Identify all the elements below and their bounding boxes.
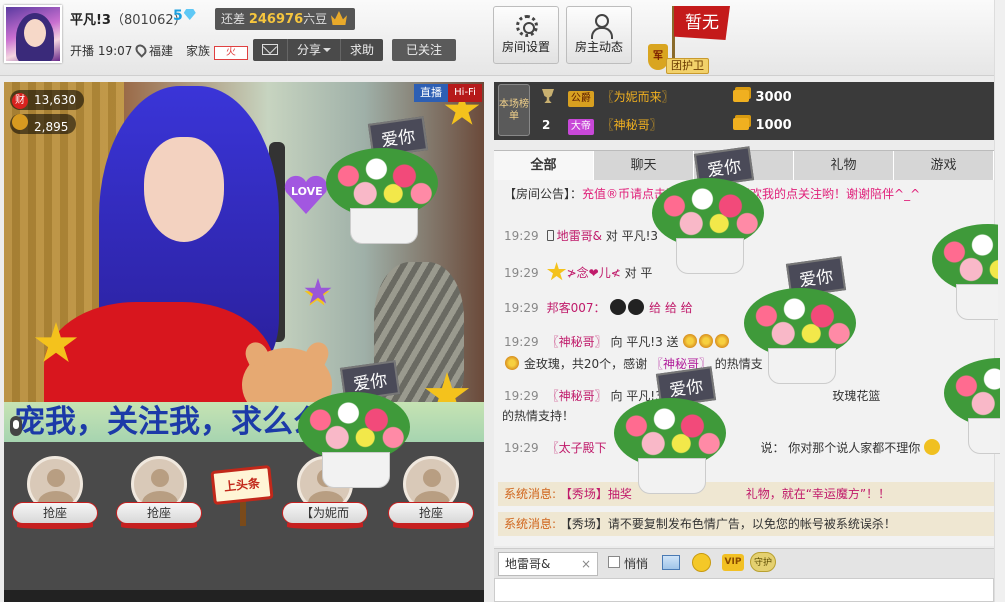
rank-medal[interactable]: 本场榜单 <box>498 84 530 136</box>
vip-icon[interactable]: VIP <box>722 554 744 571</box>
chevron-down-icon <box>323 48 332 52</box>
share-button[interactable]: 分享 <box>288 39 342 61</box>
system-message: 系统消息: 【秀场】抽奖 礼物，就在“幸运魔方”！！ <box>498 482 994 506</box>
tab-all[interactable]: 全部 <box>494 151 594 181</box>
gift-flower-basket: 爱你 <box>648 146 768 278</box>
family-tag[interactable]: 火 <box>213 46 248 60</box>
bottom-strip <box>4 590 484 602</box>
guard-label[interactable]: 团护卫 <box>666 58 709 74</box>
diamond-icon <box>183 9 196 20</box>
gold-icon <box>733 90 750 102</box>
user-icon <box>591 14 613 39</box>
chat-message: 19:29 〖神秘哥〗 向 平凡!3 送 玫瑰花篮 <box>504 389 881 403</box>
private-checkbox[interactable] <box>608 556 620 568</box>
family-info[interactable]: 家族 火 <box>186 42 248 60</box>
star-icon <box>546 262 567 281</box>
guard-badge-icon: 军 <box>648 44 668 70</box>
chat-input-toolbar: 地雷哥& × 悄悄 VIP 守护 <box>494 548 994 578</box>
gift-flower-basket <box>940 330 1000 458</box>
phone-icon <box>546 230 554 241</box>
rank-row[interactable]: 公爵 〖为妮而来〗 3000 <box>542 84 1002 110</box>
host-feed-button[interactable]: 房主动态 <box>566 6 632 64</box>
headline-button[interactable]: 上头条 <box>210 464 274 506</box>
chat-message: 的热情支持！ <box>502 409 575 423</box>
top-bar: 平凡!3（801062） 5 还差 246976六豆 开播 19:07 福建 家… <box>0 0 1005 76</box>
seat-2[interactable]: 抢座 <box>116 456 202 536</box>
wealth-badge: 财 <box>12 93 28 109</box>
rank-panel: 本场榜单 公爵 〖为妮而来〗 3000 2 大帝 〖神秘哥〗 1000 <box>494 82 1005 140</box>
title-badge: 大帝 <box>567 119 594 135</box>
medal-icon <box>12 114 28 130</box>
gold-rose-icon <box>699 334 714 348</box>
gift-flower-basket <box>928 196 998 324</box>
crown-icon <box>330 11 347 25</box>
wealth-stat: 财 13,630 <box>10 90 84 110</box>
anchor-level: 5 <box>173 8 196 24</box>
title-badge: 公爵 <box>567 91 594 107</box>
system-message: 系统消息: 【秀场】请不要复制发布色情广告，以免您的帐号被系统误杀！ <box>498 512 994 536</box>
room-settings-button[interactable]: 房间设置 <box>493 6 559 64</box>
gift-flower-basket: 爱你 <box>610 366 730 498</box>
gift-flower-basket: 爱你 <box>322 116 442 248</box>
fans-stat: 2,895 <box>10 114 77 134</box>
grab-seat-button[interactable]: 抢座 <box>12 502 98 529</box>
message-button[interactable] <box>253 39 288 61</box>
rank-user[interactable]: 〖神秘哥〗 <box>602 112 730 138</box>
anchor-name: 平凡!3（801062） <box>70 13 187 28</box>
top-flag[interactable]: 暂无 <box>674 6 730 40</box>
rank-user[interactable]: 〖为妮而来〗 <box>602 84 730 110</box>
rank-row[interactable]: 2 大帝 〖神秘哥〗 1000 <box>542 112 1002 138</box>
chat-message: 19:29 〖太子殿下 说： 你对那个说人家都不理你 <box>504 438 994 458</box>
chat-target-select[interactable]: 地雷哥& × <box>498 552 598 576</box>
gold-rose-icon <box>505 356 519 370</box>
mic-icon[interactable] <box>10 416 22 436</box>
tab-gift[interactable]: 礼物 <box>794 151 894 181</box>
mail-icon <box>262 44 278 55</box>
action-group: 分享 求助 <box>253 39 384 61</box>
gift-flower-basket: 爱你 <box>294 360 414 492</box>
live-badge: 直播 <box>414 84 448 102</box>
seat-1[interactable]: 抢座 <box>12 456 98 536</box>
emoji-icon <box>628 299 645 315</box>
goal-progress: 还差 246976六豆 <box>215 8 355 30</box>
private-label: 悄悄 <box>624 557 649 571</box>
anchor-avatar[interactable] <box>4 5 62 63</box>
close-icon[interactable]: × <box>581 553 591 575</box>
gear-icon <box>516 15 538 37</box>
gold-icon <box>733 118 750 130</box>
emoji-icon <box>924 439 941 455</box>
hifi-badge[interactable]: Hi-Fi <box>448 84 482 102</box>
help-button[interactable]: 求助 <box>341 39 383 61</box>
trophy-icon <box>542 89 554 103</box>
location: 福建 <box>133 42 173 59</box>
image-icon[interactable] <box>662 555 680 570</box>
tab-game[interactable]: 游戏 <box>894 151 994 181</box>
grab-seat-button[interactable]: 抢座 <box>388 502 474 529</box>
seat-user-label[interactable]: 【为妮而 <box>282 502 368 529</box>
start-time: 开播 19:07 <box>70 44 133 58</box>
gold-rose-icon <box>683 334 698 348</box>
gift-flower-basket: 爱你 <box>740 256 860 388</box>
location-pin-icon <box>133 42 149 58</box>
emoji-icon <box>610 299 627 315</box>
followed-button[interactable]: 已关注 <box>392 39 456 61</box>
message-input[interactable] <box>494 578 994 602</box>
gold-rose-icon <box>715 334 730 348</box>
smile-icon[interactable] <box>692 553 711 572</box>
grab-seat-button[interactable]: 抢座 <box>116 502 202 529</box>
guard-icon[interactable]: 守护 <box>750 552 776 572</box>
goal-number: 246976 <box>248 12 304 27</box>
